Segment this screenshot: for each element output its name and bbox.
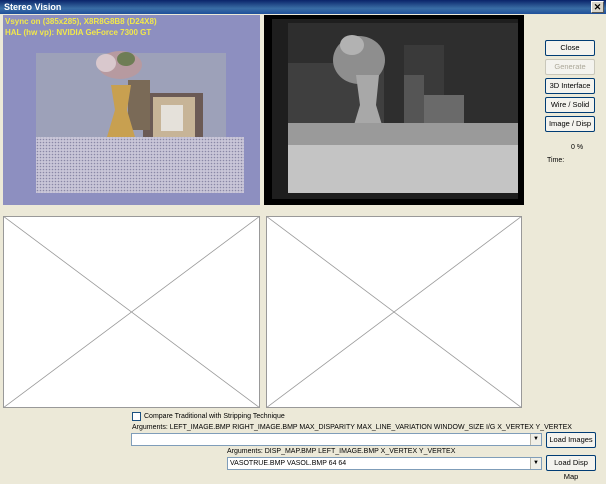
wire-solid-button[interactable]: Wire / Solid bbox=[545, 97, 595, 113]
dropdown-arrow-icon[interactable]: ▼ bbox=[530, 458, 541, 469]
dropdown-arrow-icon[interactable]: ▼ bbox=[530, 434, 541, 445]
load-disp-map-button[interactable]: Load Disp Map bbox=[546, 455, 596, 481]
close-button[interactable]: Close bbox=[545, 40, 595, 56]
render-viewport[interactable]: Vsync on (385x285), X8R8G8B8 (D24X8) HAL… bbox=[3, 15, 260, 205]
3d-interface-button[interactable]: 3D Interface bbox=[545, 78, 595, 94]
empty-image-cross bbox=[266, 216, 522, 408]
right-image-placeholder bbox=[266, 216, 522, 408]
arguments-label-1: Arguments: LEFT_IMAGE.BMP RIGHT_IMAGE.BM… bbox=[132, 424, 572, 431]
render-info: Vsync on (385x285), X8R8G8B8 (D24X8) HAL… bbox=[5, 16, 157, 38]
image-disp-button[interactable]: Image / Disp bbox=[545, 116, 595, 132]
progress-percent: 0 % bbox=[571, 144, 584, 151]
window-close-button[interactable]: ✕ bbox=[591, 1, 604, 13]
time-label: Time: bbox=[547, 157, 565, 164]
disparity-map-image bbox=[264, 15, 524, 205]
disparity-map-view bbox=[264, 15, 524, 205]
compare-checkbox[interactable] bbox=[132, 412, 141, 421]
scene-image bbox=[3, 15, 260, 205]
title-bar: Stereo Vision ✕ bbox=[0, 0, 606, 14]
empty-image-cross bbox=[3, 216, 260, 408]
window-title: Stereo Vision bbox=[4, 2, 62, 12]
arguments-combo-2[interactable]: VASOTRUE.BMP VASOL.BMP 64 64 ▼ bbox=[227, 457, 542, 470]
hud-line-1: Vsync on (385x285), X8R8G8B8 (D24X8) bbox=[5, 17, 157, 26]
generate-button[interactable]: Generate bbox=[545, 59, 595, 75]
load-images-button[interactable]: Load Images bbox=[546, 432, 596, 448]
left-image-placeholder bbox=[3, 216, 260, 408]
arguments-label-2: Arguments: DISP_MAP.BMP LEFT_IMAGE.BMP X… bbox=[227, 448, 456, 455]
arguments-value-2: VASOTRUE.BMP VASOL.BMP 64 64 bbox=[230, 460, 347, 467]
compare-label: Compare Traditional with Stripping Techn… bbox=[144, 413, 285, 420]
hud-line-2: HAL (hw vp): NVIDIA GeForce 7300 GT bbox=[5, 28, 152, 37]
arguments-combo-1[interactable]: ▼ bbox=[131, 433, 542, 446]
